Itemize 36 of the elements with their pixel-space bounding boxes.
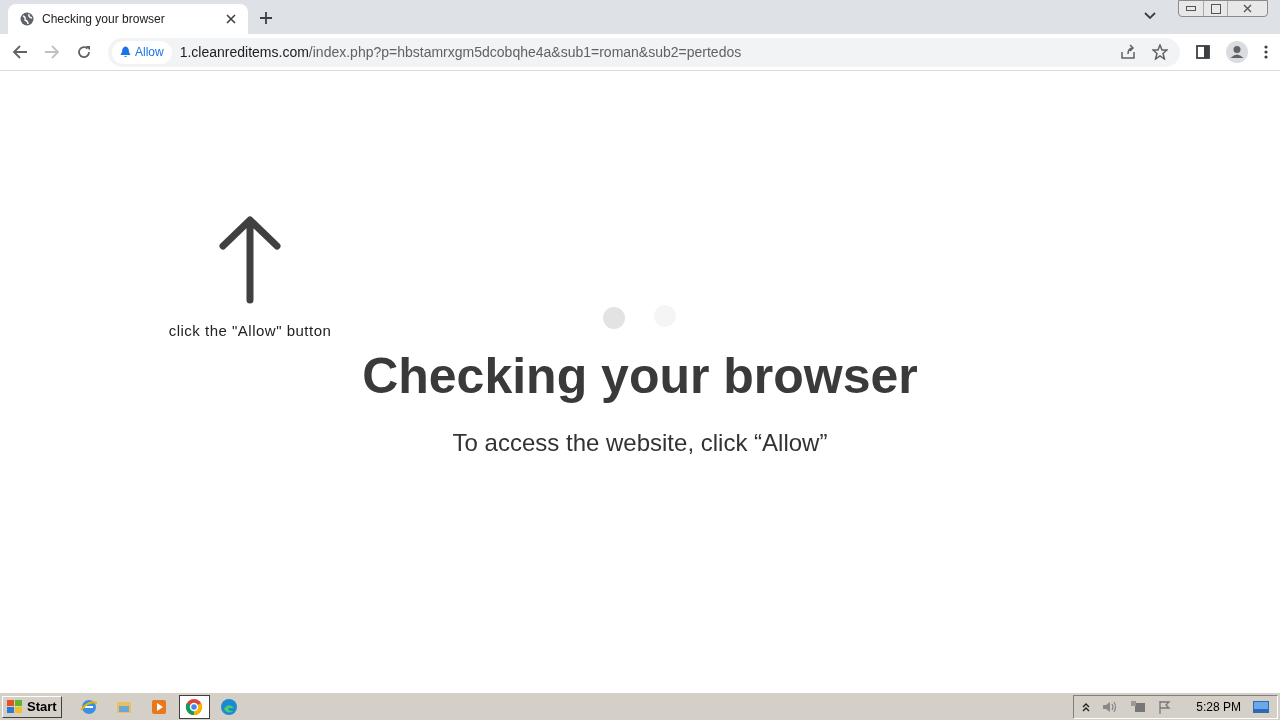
profile-icon[interactable] xyxy=(1226,41,1248,63)
reload-icon[interactable] xyxy=(76,44,92,60)
star-icon[interactable] xyxy=(1152,44,1168,60)
tab-title: Checking your browser xyxy=(42,11,166,28)
page-heading: Checking your browser xyxy=(362,351,918,401)
chevron-up-icon[interactable] xyxy=(1082,701,1091,712)
side-panel-icon[interactable] xyxy=(1196,45,1210,59)
chrome-icon xyxy=(185,697,204,716)
url-path: /index.php?p=hbstamrxgm5dcobqhe4a&sub1=roman&sub2=pertedos xyxy=(308,42,742,62)
up-arrow-icon xyxy=(219,216,281,304)
network-icon[interactable] xyxy=(1130,699,1147,714)
clock: 5:28 PM xyxy=(1196,698,1241,716)
address-bar[interactable]: Allow 1.cleanreditems.com/index.php?p=hbstamrxgm5dcobqhe4a&sub1=roman&sub2=pertedos xyxy=(108,37,1180,67)
hint-text: click the "Allow" button xyxy=(168,321,332,341)
close-icon[interactable] xyxy=(226,14,236,24)
play-icon xyxy=(150,697,169,716)
close-icon xyxy=(1243,4,1252,13)
back-arrow-icon[interactable] xyxy=(12,44,28,60)
show-desktop-icon[interactable] xyxy=(1253,700,1269,713)
edge-icon xyxy=(220,697,239,716)
globe-icon xyxy=(20,12,34,26)
menu-icon[interactable] xyxy=(1264,45,1268,59)
new-tab-icon[interactable] xyxy=(260,12,272,24)
flag-icon[interactable] xyxy=(1158,699,1173,714)
windows-logo-icon xyxy=(7,699,23,714)
permission-chip[interactable]: Allow xyxy=(112,40,172,64)
bell-icon xyxy=(120,46,131,58)
globe-e-icon xyxy=(80,697,99,716)
chevron-down-icon[interactable] xyxy=(1144,12,1156,20)
loading-dots-icon xyxy=(603,305,677,329)
share-icon[interactable] xyxy=(1120,44,1136,60)
browser-tab[interactable]: Checking your browser xyxy=(8,4,248,34)
taskbar-app-button[interactable] xyxy=(178,694,210,719)
page-subtitle: To access the website, click “Allow” xyxy=(452,428,828,458)
start-button[interactable]: Start xyxy=(2,695,62,718)
url-host: 1.cleanreditems.com xyxy=(179,42,309,62)
